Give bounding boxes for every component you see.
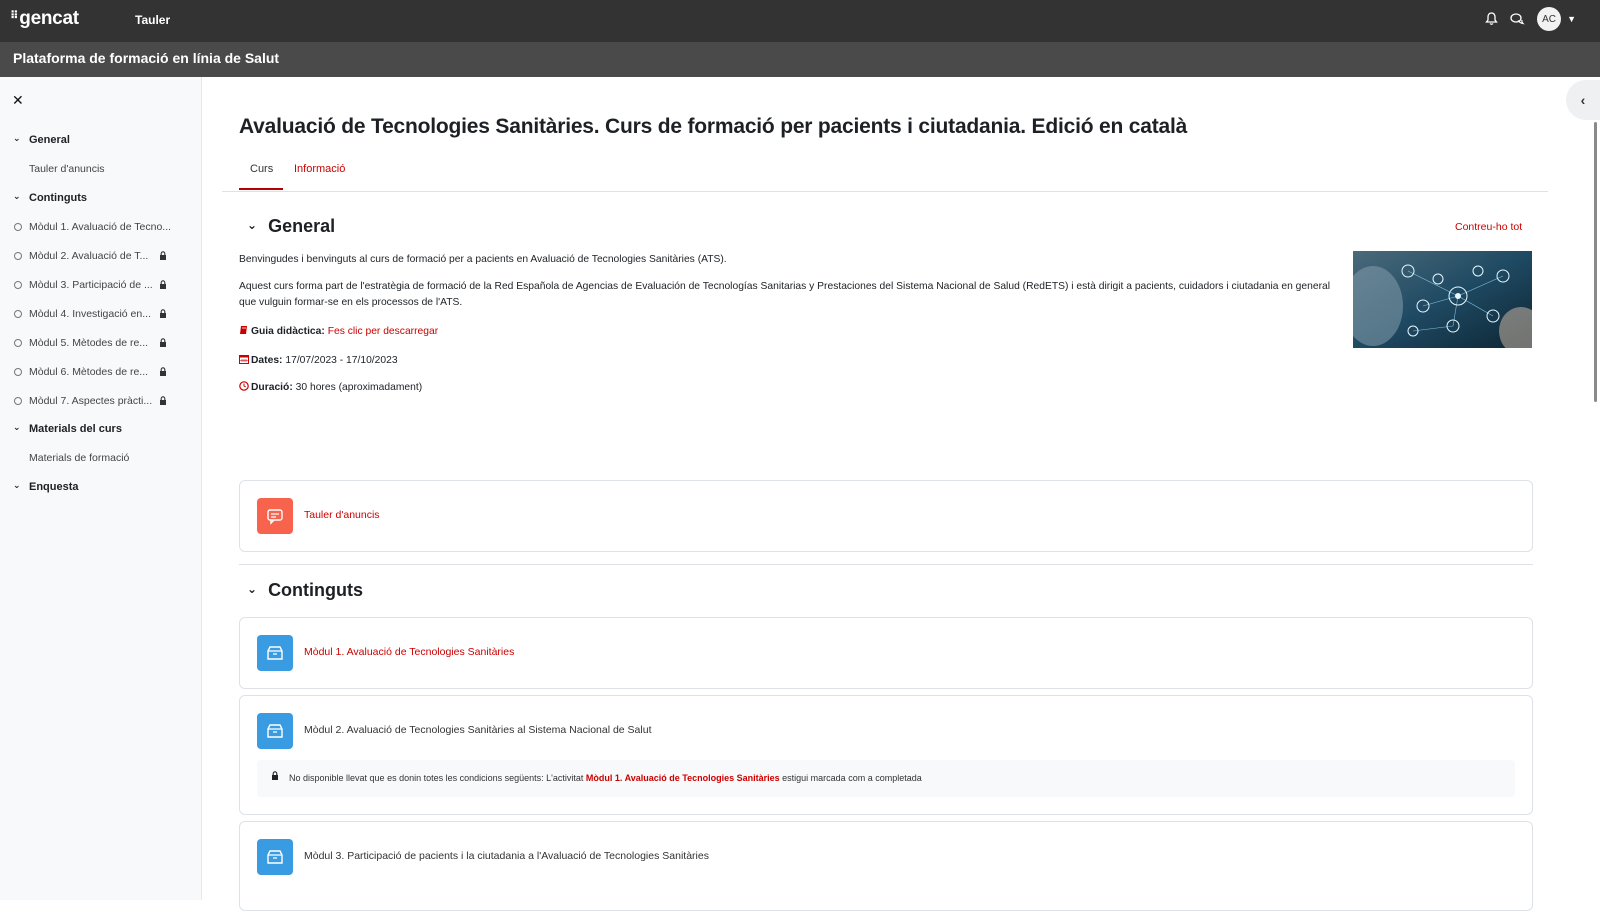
lock-icon (159, 367, 167, 379)
nav-link-dashboard[interactable]: Tauler (135, 13, 170, 27)
lock-icon (159, 309, 167, 321)
user-avatar[interactable]: AC (1537, 7, 1562, 31)
close-icon[interactable]: ✕ (12, 92, 24, 109)
calendar-icon (239, 354, 249, 367)
lock-icon (159, 396, 167, 408)
course-index-drawer: ✕ ⌄ General Tauler d'anuncis ⌄ Contingut… (0, 77, 202, 900)
site-header: Plataforma de formació en línia de Salut (0, 42, 1600, 77)
course-description-line: Aquest curs forma part de l'estratègia d… (239, 281, 1331, 292)
module-name: Mòdul 3. Participació de pacients i la c… (304, 850, 709, 862)
tab-course[interactable]: Curs (239, 163, 284, 190)
course-image (1353, 251, 1532, 348)
module-link[interactable]: Mòdul 1. Avaluació de Tecnologies Sanità… (304, 646, 514, 658)
section-divider (239, 564, 1533, 565)
activity-module-3: Mòdul 3. Participació de pacients i la c… (239, 821, 1533, 911)
bell-icon[interactable] (1485, 12, 1498, 26)
course-tabs: Curs Informació (222, 160, 1548, 192)
forum-link[interactable]: Tauler d'anuncis (304, 509, 380, 521)
chevron-down-icon[interactable]: ⌄ (13, 133, 21, 144)
chevron-down-icon[interactable]: ⌄ (247, 582, 257, 596)
book-icon (239, 325, 249, 338)
messages-icon[interactable] (1510, 12, 1525, 26)
completion-circle-icon (14, 339, 22, 347)
section-heading-general[interactable]: ⌄ General (247, 216, 335, 237)
course-intro-text: Benvingudes i benvinguts al curs de form… (239, 254, 727, 265)
chevron-down-icon[interactable]: ⌄ (13, 422, 21, 433)
clock-icon (239, 381, 249, 394)
module-name: Mòdul 2. Avaluació de Tecnologies Sanità… (304, 724, 652, 736)
gencat-logo[interactable]: ⠿gencat (10, 8, 79, 30)
scrollbar[interactable] (1594, 122, 1597, 402)
restriction-activity-link[interactable]: Mòdul 1. Avaluació de Tecnologies Sanità… (586, 773, 780, 783)
block-drawer-toggle[interactable]: ‹ (1566, 80, 1600, 120)
activity-forum: Tauler d'anuncis (239, 480, 1533, 552)
completion-circle-icon (14, 223, 22, 231)
completion-circle-icon (14, 397, 22, 405)
chevron-down-icon[interactable]: ▼ (1567, 14, 1576, 24)
guide-row: Guia didàctica: Fes clic per descarregar (239, 325, 438, 338)
chevron-down-icon[interactable]: ⌄ (13, 480, 21, 491)
collapse-all-link[interactable]: Contreu-ho tot (1455, 221, 1522, 233)
page-title: Avaluació de Tecnologies Sanitàries. Cur… (239, 115, 1188, 138)
completion-circle-icon (14, 368, 22, 376)
tab-information[interactable]: Informació (294, 163, 345, 175)
lock-icon (159, 338, 167, 350)
lock-icon (271, 771, 279, 782)
forum-icon (257, 498, 293, 534)
completion-circle-icon (14, 252, 22, 260)
chevron-down-icon[interactable]: ⌄ (247, 218, 257, 232)
chevron-left-icon: ‹ (1580, 92, 1586, 108)
completion-circle-icon (14, 310, 22, 318)
completion-circle-icon (14, 281, 22, 289)
top-navbar: ⠿gencat Tauler AC ▼ (0, 0, 1600, 42)
course-description-line: que vulguin formar-se en els processos d… (239, 297, 463, 308)
book-module-icon (257, 839, 293, 875)
book-module-icon (257, 635, 293, 671)
section-heading-contents[interactable]: ⌄ Continguts (247, 580, 363, 601)
chevron-down-icon[interactable]: ⌄ (13, 191, 21, 202)
activity-module-1: Mòdul 1. Avaluació de Tecnologies Sanità… (239, 617, 1533, 689)
access-restriction: No disponible llevat que es donin totes … (257, 760, 1515, 797)
site-title: Plataforma de formació en línia de Salut (13, 50, 280, 66)
book-module-icon (257, 713, 293, 749)
lock-icon (159, 280, 167, 292)
download-guide-link[interactable]: Fes clic per descarregar (328, 326, 438, 337)
dates-row: Dates: 17/07/2023 - 17/10/2023 (239, 354, 398, 367)
duration-row: Duració: 30 hores (aproximadament) (239, 381, 422, 394)
lock-icon (159, 251, 167, 263)
activity-module-2: Mòdul 2. Avaluació de Tecnologies Sanità… (239, 695, 1533, 815)
